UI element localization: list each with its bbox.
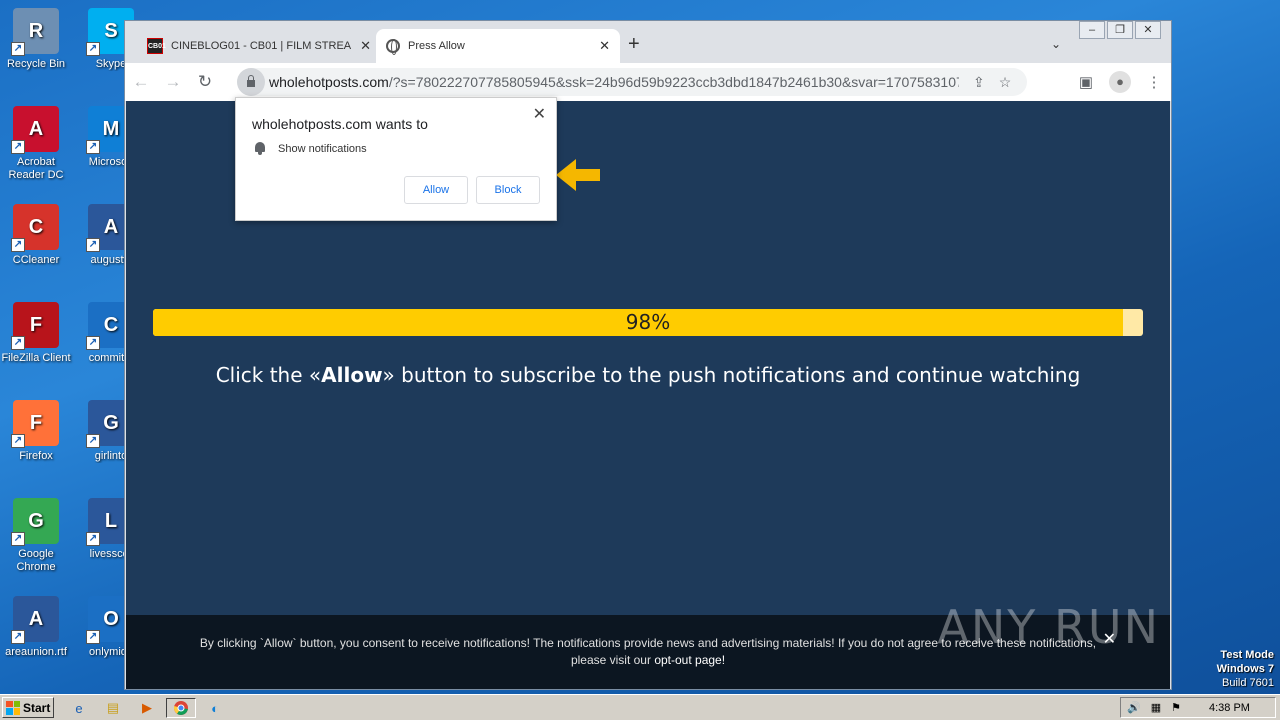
block-button[interactable]: Block xyxy=(476,176,540,204)
desktop-icon[interactable]: F ↗ Firefox xyxy=(0,400,74,463)
arrow-left-icon xyxy=(556,159,600,191)
opt-out-link[interactable]: opt-out page! xyxy=(654,653,725,667)
prompt-close-icon[interactable]: ✕ xyxy=(533,104,546,124)
prompt-title: wholehotposts.com wants to xyxy=(252,116,428,132)
test-mode-watermark: Test Mode Windows 7 Build 7601 xyxy=(1216,649,1274,689)
word-doc-icon: A ↗ xyxy=(11,596,59,644)
chrome-taskbar-icon[interactable] xyxy=(166,698,196,718)
shortcut-arrow-icon: ↗ xyxy=(86,140,100,154)
tab-cineblog[interactable]: CB01 CINEBLOG01 - CB01 | FILM STREAMI ✕ xyxy=(137,29,381,63)
site-info-button[interactable] xyxy=(237,68,265,96)
back-button[interactable]: ← xyxy=(125,72,157,92)
desktop-icon-label: areaunion.rtf xyxy=(5,646,67,658)
shortcut-arrow-icon: ↗ xyxy=(11,140,25,154)
tab-close-icon[interactable]: ✕ xyxy=(599,38,610,54)
explorer-taskbar-icon[interactable]: ▤ xyxy=(102,698,124,718)
tab-search-chevron-icon[interactable]: ⌄ xyxy=(1051,37,1061,51)
desktop-icon[interactable]: A ↗ Acrobat Reader DC xyxy=(0,106,74,182)
progress-label: 98% xyxy=(625,310,671,334)
shortcut-arrow-icon: ↗ xyxy=(11,532,25,546)
notification-permission-prompt: wholehotposts.com wants to ✕ Show notifi… xyxy=(235,97,557,221)
tab-title: Press Allow xyxy=(408,40,465,52)
bookmark-star-icon[interactable]: ☆ xyxy=(999,74,1012,91)
reload-button[interactable]: ↻ xyxy=(189,72,221,92)
browser-toolbar: ← → ↻ wholehotposts.com/?s=7802227077858… xyxy=(125,63,1171,101)
edge-taskbar-icon[interactable]: ◐ xyxy=(204,698,226,718)
shortcut-arrow-icon: ↗ xyxy=(11,336,25,350)
shortcut-arrow-icon: ↗ xyxy=(86,42,100,56)
shortcut-arrow-icon: ↗ xyxy=(11,434,25,448)
consent-close-icon[interactable]: ✕ xyxy=(1103,631,1116,648)
desktop-icon-label: FileZilla Client xyxy=(1,352,71,364)
chrome-icon: G ↗ xyxy=(11,498,59,546)
allow-button[interactable]: Allow xyxy=(404,176,468,204)
tab-press-allow[interactable]: Press Allow ✕ xyxy=(376,29,620,63)
url-text[interactable]: wholehotposts.com/?s=780222707785805945&… xyxy=(269,74,959,90)
tab-close-icon[interactable]: ✕ xyxy=(360,38,371,54)
share-icon[interactable]: ⇪ xyxy=(973,74,985,91)
shortcut-arrow-icon: ↗ xyxy=(86,238,100,252)
desktop-icon[interactable]: R ↗ Recycle Bin xyxy=(0,8,74,71)
desktop-icon-label: CCleaner xyxy=(12,254,60,266)
shortcut-arrow-icon: ↗ xyxy=(86,336,100,350)
clock[interactable]: 4:38 PM xyxy=(1209,702,1250,714)
firefox-icon: F ↗ xyxy=(11,400,59,448)
windows-logo-icon xyxy=(6,700,20,715)
taskbar: Start e ▤ ▶ ◐ 🔊 ▦ ⚑ 4:38 PM xyxy=(0,694,1280,720)
kebab-menu-icon[interactable]: ⋮ xyxy=(1145,73,1163,91)
desktop-icon-label: Firefox xyxy=(19,450,53,462)
tab-strip: CB01 CINEBLOG01 - CB01 | FILM STREAMI ✕ … xyxy=(125,29,1171,63)
network-icon[interactable]: ▦ xyxy=(1151,701,1161,714)
side-panel-icon[interactable]: ▣ xyxy=(1077,73,1095,91)
start-button[interactable]: Start xyxy=(2,697,54,718)
ie-taskbar-icon[interactable]: e xyxy=(68,698,90,718)
system-tray: 🔊 ▦ ⚑ 4:38 PM xyxy=(1120,697,1276,718)
shortcut-arrow-icon: ↗ xyxy=(11,238,25,252)
consent-banner: ANY RUN By clicking `Allow` button, you … xyxy=(126,600,1170,689)
shortcut-arrow-icon: ↗ xyxy=(11,630,25,644)
anyrun-watermark: ANY RUN xyxy=(937,600,1160,654)
desktop-icon[interactable]: F ↗ FileZilla Client xyxy=(0,302,74,365)
bell-icon xyxy=(254,142,266,155)
flag-icon[interactable]: ⚑ xyxy=(1171,701,1181,714)
recycle-bin-icon: R ↗ xyxy=(11,8,59,56)
lock-icon xyxy=(247,75,255,87)
shortcut-arrow-icon: ↗ xyxy=(86,630,100,644)
forward-button[interactable]: → xyxy=(157,72,189,92)
new-tab-button[interactable]: + xyxy=(628,33,640,56)
shortcut-arrow-icon: ↗ xyxy=(86,532,100,546)
shortcut-arrow-icon: ↗ xyxy=(86,434,100,448)
progress-bar: 98% xyxy=(153,309,1143,336)
desktop-icon[interactable]: C ↗ CCleaner xyxy=(0,204,74,267)
globe-icon xyxy=(386,39,400,55)
acrobat-icon: A ↗ xyxy=(11,106,59,154)
media-player-taskbar-icon[interactable]: ▶ xyxy=(136,698,158,718)
desktop-icon[interactable]: A ↗ areaunion.rtf xyxy=(0,596,74,659)
address-bar[interactable]: wholehotposts.com/?s=780222707785805945&… xyxy=(237,68,1027,96)
desktop-icon-label: Google Chrome xyxy=(16,548,56,573)
cb01-favicon-icon: CB01 xyxy=(147,38,166,54)
tab-title: CINEBLOG01 - CB01 | FILM STREAMI xyxy=(171,40,353,52)
volume-icon[interactable]: 🔊 xyxy=(1127,701,1141,714)
desktop-icon-label: Acrobat Reader DC xyxy=(8,156,64,181)
filezilla-icon: F ↗ xyxy=(11,302,59,350)
desktop-icon-label: Recycle Bin xyxy=(6,58,66,70)
instruction-text: Click the «Allow» button to subscribe to… xyxy=(215,363,1081,387)
ccleaner-icon: C ↗ xyxy=(11,204,59,252)
shortcut-arrow-icon: ↗ xyxy=(11,42,25,56)
permission-label: Show notifications xyxy=(278,142,367,155)
profile-avatar-icon[interactable]: ● xyxy=(1109,71,1131,93)
desktop-icon[interactable]: G ↗ Google Chrome xyxy=(0,498,74,574)
